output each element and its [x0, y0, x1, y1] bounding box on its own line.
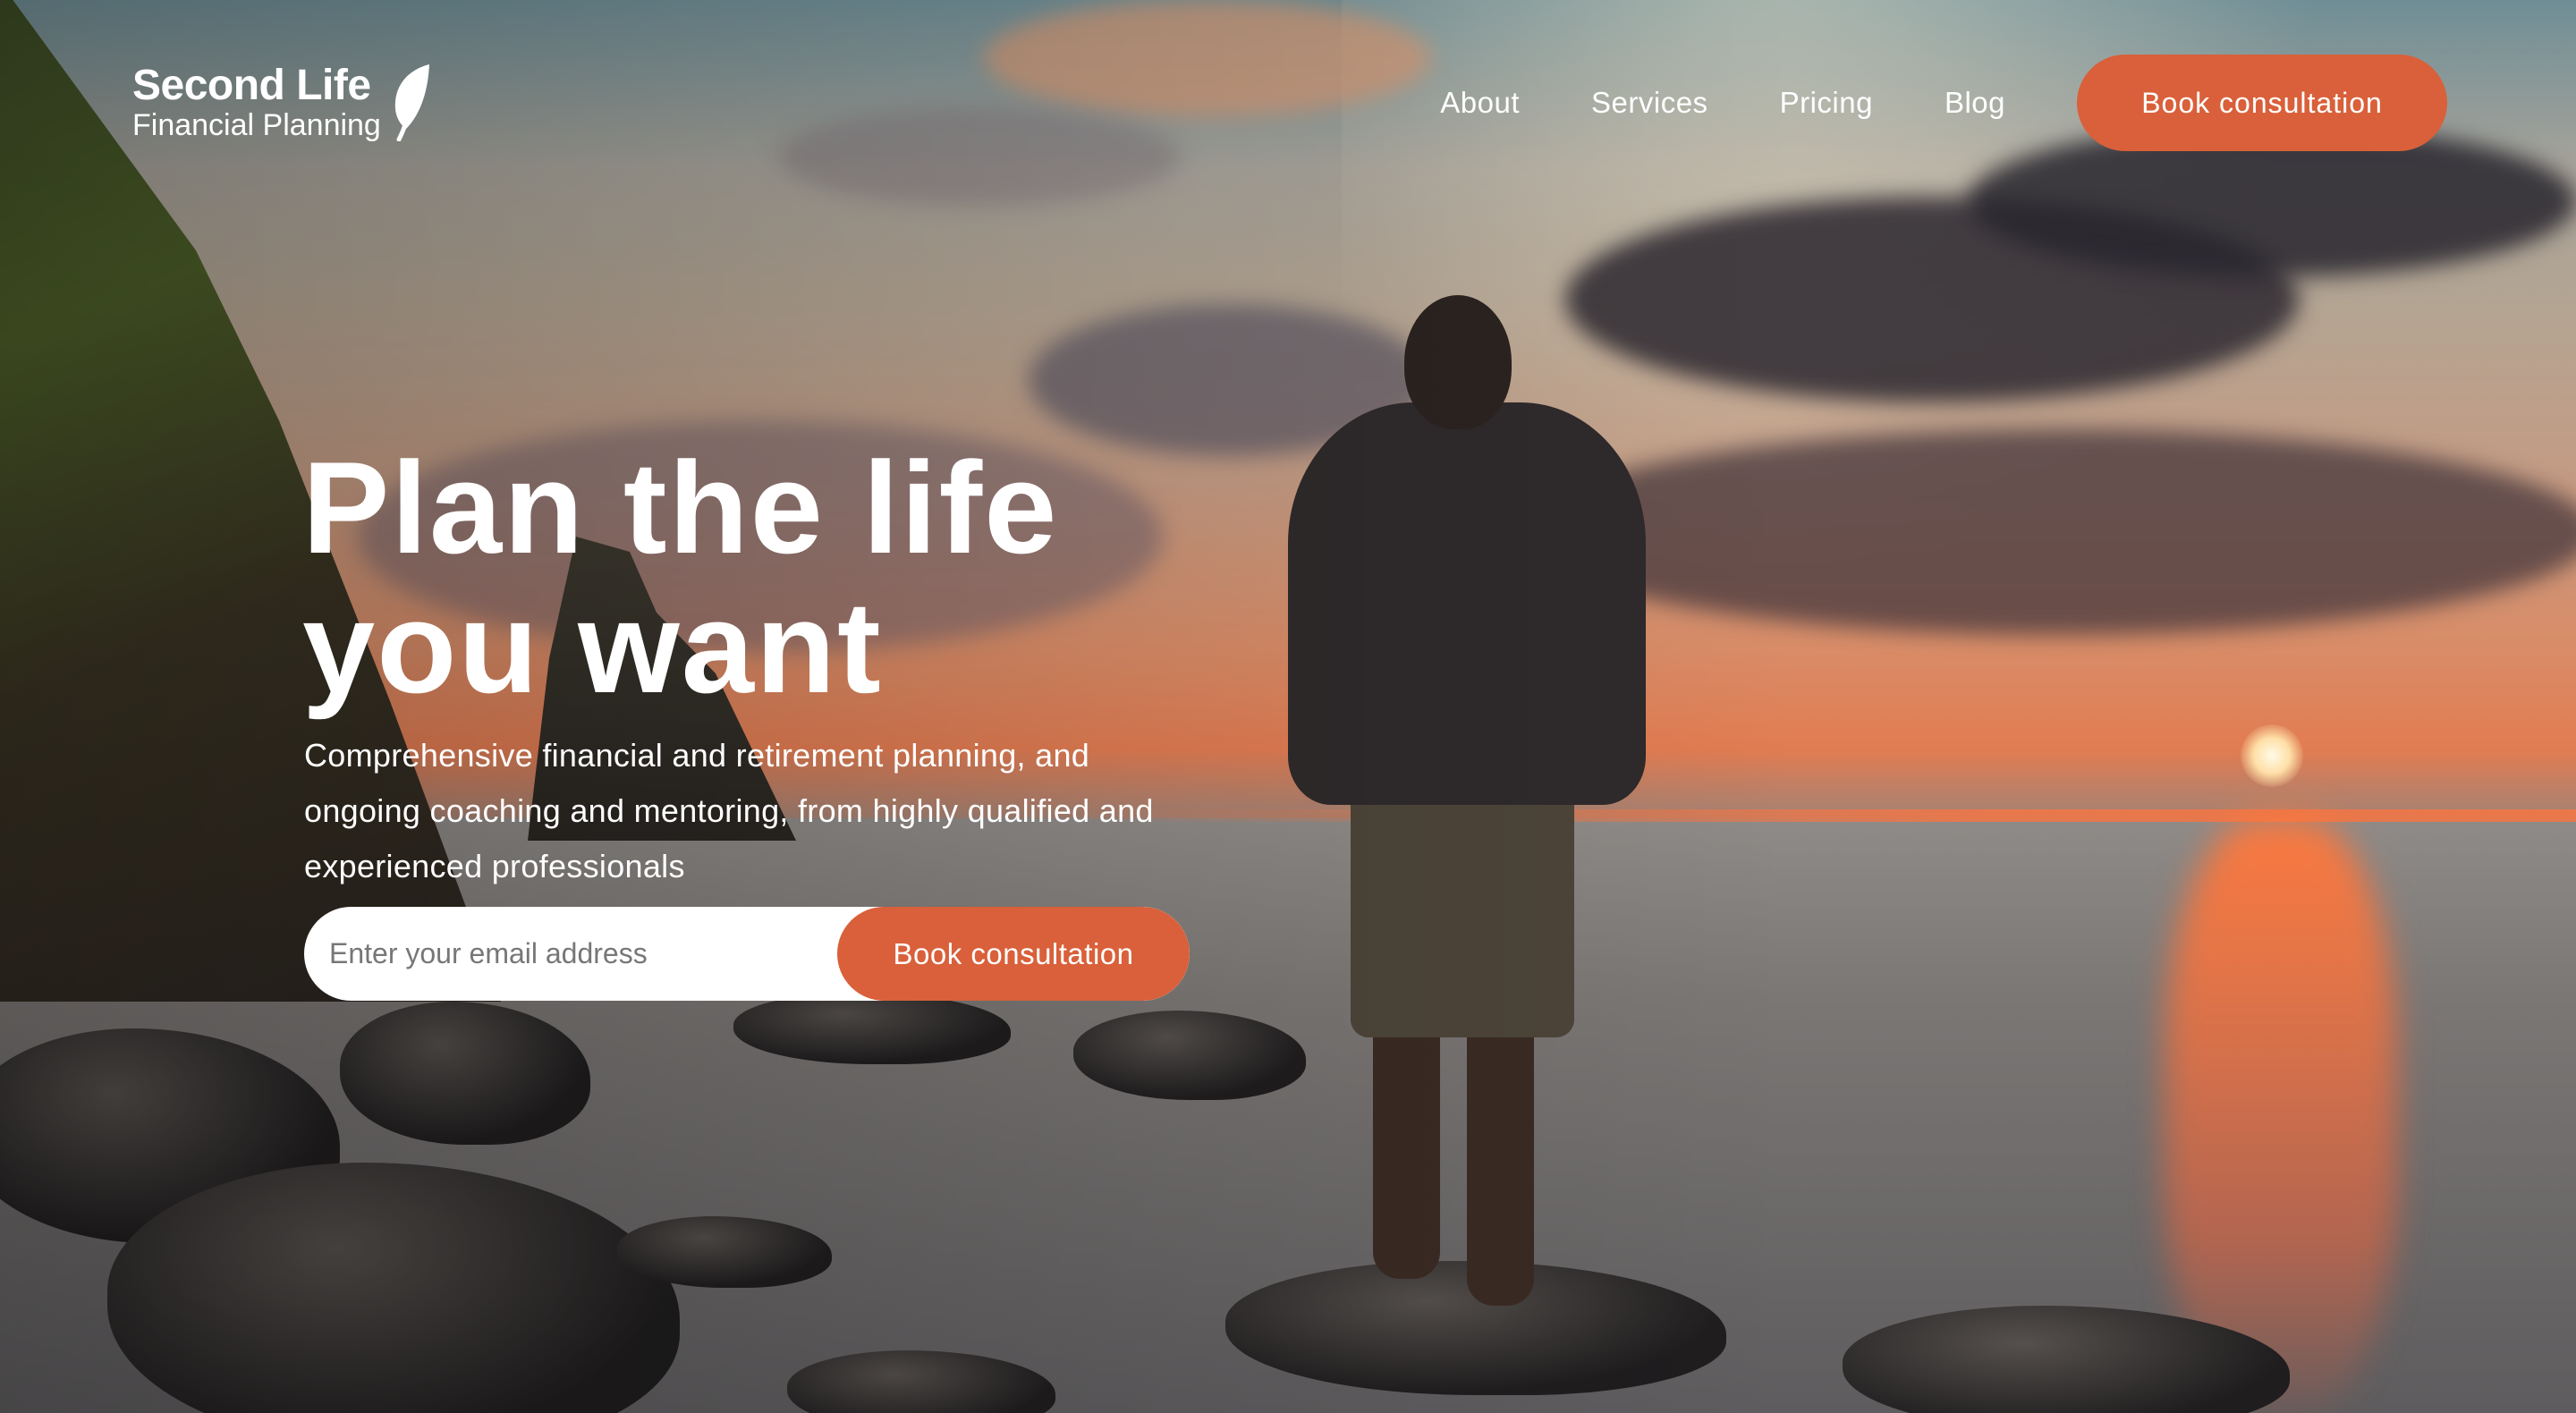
brand-name: Second Life: [132, 62, 371, 109]
book-consultation-button[interactable]: Book consultation: [2077, 55, 2447, 151]
headline-line-1: Plan the life: [302, 435, 1059, 580]
leaf-icon: [390, 63, 431, 146]
hero-subheading: Comprehensive financial and retirement p…: [304, 737, 1154, 884]
headline-line-2: you want: [302, 574, 883, 720]
email-signup-form: Book consultation: [304, 907, 1190, 1001]
signup-book-consultation-button[interactable]: Book consultation: [837, 907, 1190, 1001]
hero-headline: Plan the life you want: [302, 438, 1465, 717]
main-nav: About Services Pricing Blog Book consult…: [1440, 54, 2576, 152]
brand-tagline: Financial Planning: [132, 108, 381, 142]
nav-link-services[interactable]: Services: [1591, 86, 1708, 120]
nav-link-pricing[interactable]: Pricing: [1780, 86, 1873, 120]
nav-link-blog[interactable]: Blog: [1945, 86, 2005, 120]
email-input[interactable]: [304, 907, 837, 1001]
hero-section: Second Life Financial Planning About Ser…: [0, 0, 2576, 1413]
brand-logo[interactable]: Second Life Financial Planning: [132, 63, 431, 146]
nav-link-about[interactable]: About: [1440, 86, 1520, 120]
logo-text: Second Life Financial Planning: [132, 62, 381, 142]
